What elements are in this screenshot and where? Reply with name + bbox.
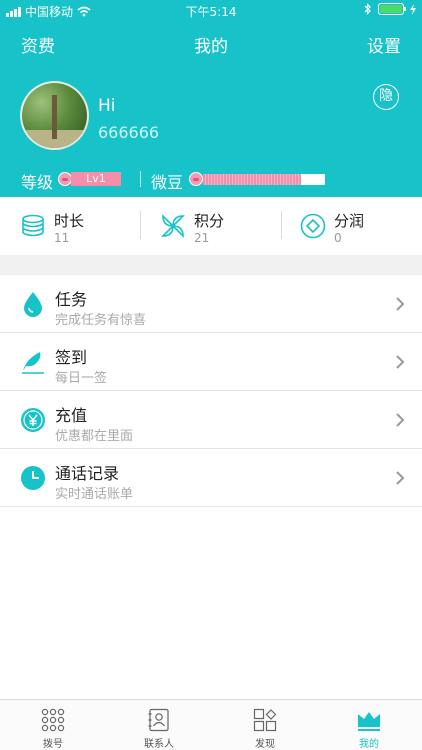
chevron-right-icon — [396, 413, 405, 427]
page-title: 我的 — [194, 37, 228, 57]
feather-icon — [22, 352, 44, 374]
tab-discover[interactable]: 发现 — [212, 700, 318, 750]
pinwheel-icon — [161, 214, 185, 238]
menu-subtitle: 优惠都在里面 — [55, 429, 134, 444]
charging-icon — [410, 3, 416, 15]
menu-subtitle: 每日一签 — [55, 371, 108, 386]
level-badge: Lv1 — [71, 172, 121, 186]
status-bar: 中国移动 下午5:14 — [0, 0, 422, 22]
stat-duration[interactable]: 时长 11 — [20, 197, 130, 255]
tab-label: 拨号 — [43, 739, 63, 750]
diamond-icon — [300, 213, 326, 239]
menu-title: 充值 — [55, 406, 88, 425]
profile-page: 中国移动 下午5:14 资费 我的 设置 Hi 666666 隐 等级 Lv1 … — [0, 0, 422, 750]
tab-bar: 拨号 联系人 发现 我的 — [0, 699, 422, 750]
database-icon — [22, 214, 44, 237]
discover-icon — [253, 708, 277, 732]
section-gap — [0, 255, 422, 275]
drop-icon — [24, 292, 42, 317]
stats-row: 时长 11 积分 21 分润 0 — [0, 197, 422, 255]
hide-button[interactable]: 隐 — [373, 84, 399, 110]
avatar[interactable] — [20, 81, 89, 150]
clock-icon — [21, 466, 45, 490]
bean-label: 微豆 — [151, 173, 184, 192]
nav-bar: 资费 我的 设置 — [0, 30, 422, 57]
greeting: Hi — [98, 96, 116, 116]
stat-label: 时长 — [54, 212, 85, 230]
yen-icon — [21, 408, 45, 432]
menu-title: 任务 — [55, 290, 88, 309]
menu-item-call-records[interactable]: 通话记录 实时通话账单 — [0, 449, 422, 507]
menu-item-tasks[interactable]: 任务 完成任务有惊喜 — [0, 275, 422, 333]
tab-mine[interactable]: 我的 — [316, 700, 422, 750]
pig-icon — [189, 172, 203, 186]
crown-icon — [358, 712, 380, 731]
menu-item-recharge[interactable]: 充值 优惠都在里面 — [0, 391, 422, 449]
menu-subtitle: 实时通话账单 — [55, 487, 134, 502]
contacts-icon — [148, 708, 169, 732]
bean-progress-bar — [203, 174, 325, 185]
divider — [140, 211, 141, 239]
status-time: 下午5:14 — [185, 5, 237, 19]
stat-share[interactable]: 分润 0 — [300, 197, 410, 255]
chevron-right-icon — [396, 471, 405, 485]
stat-label: 分润 — [334, 212, 365, 230]
stat-value: 21 — [194, 231, 210, 245]
tab-dial[interactable]: 拨号 — [0, 700, 106, 750]
stat-value: 0 — [334, 231, 342, 245]
tab-contacts[interactable]: 联系人 — [106, 700, 212, 750]
level-label: 等级 — [21, 173, 54, 192]
dialpad-icon — [41, 708, 65, 732]
menu-title: 签到 — [55, 348, 88, 367]
menu-subtitle: 完成任务有惊喜 — [55, 313, 147, 328]
chevron-right-icon — [396, 355, 405, 369]
settings-button[interactable]: 设置 — [367, 32, 401, 57]
stat-label: 积分 — [194, 212, 225, 230]
profile-header: 中国移动 下午5:14 资费 我的 设置 Hi 666666 隐 等级 Lv1 … — [0, 0, 422, 197]
menu-item-checkin[interactable]: 签到 每日一签 — [0, 333, 422, 391]
tab-label: 我的 — [359, 739, 379, 750]
battery-icon — [378, 3, 406, 15]
stat-value: 11 — [54, 231, 70, 245]
tab-label: 联系人 — [144, 739, 174, 750]
menu-list: 任务 完成任务有惊喜 签到 每日一签 充值 优惠都在里面 通话记录 实时通话账单 — [0, 275, 422, 507]
pig-icon — [58, 172, 72, 186]
level-row: 等级 Lv1 微豆 — [0, 168, 422, 192]
menu-title: 通话记录 — [55, 464, 120, 483]
user-id: 666666 — [98, 123, 160, 142]
bluetooth-icon — [364, 3, 371, 15]
divider — [140, 171, 141, 187]
tab-label: 发现 — [255, 739, 275, 750]
stat-points[interactable]: 积分 21 — [160, 197, 270, 255]
chevron-right-icon — [396, 297, 405, 311]
divider — [281, 211, 282, 239]
